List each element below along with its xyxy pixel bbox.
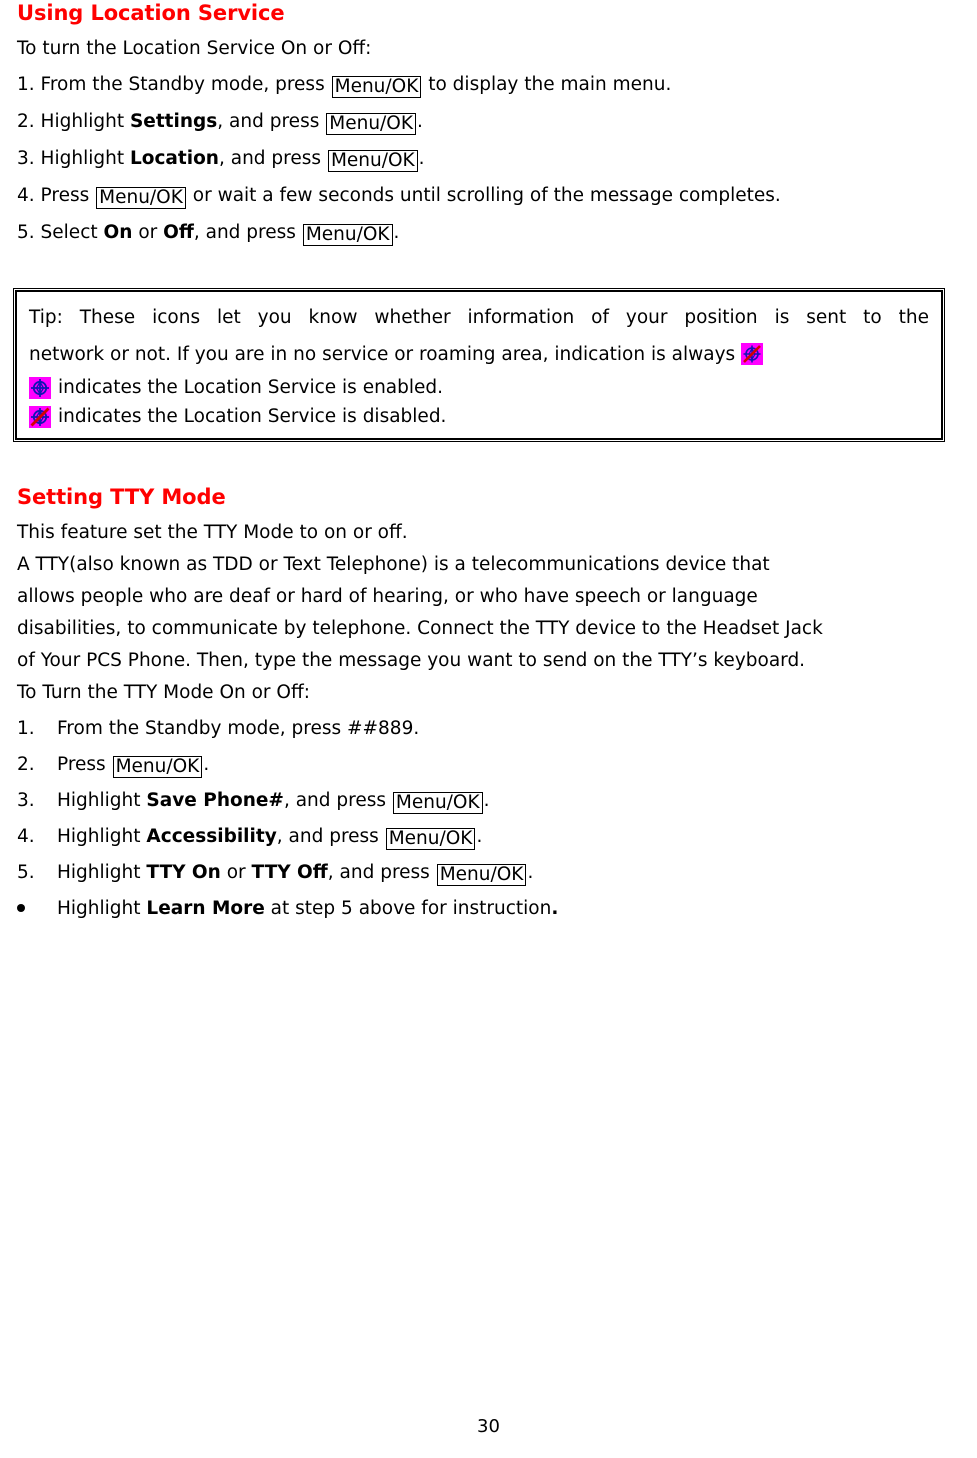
page-number: 30 bbox=[477, 1416, 500, 1437]
tip-callout-box: Tip: These icons let you know whether in… bbox=[13, 288, 945, 442]
page-title-using-location-service: Using Location Service bbox=[17, 1, 285, 25]
tty-paragraph-line-2: A TTY(also known as TDD or Text Telephon… bbox=[17, 554, 770, 575]
location-disabled-icon bbox=[741, 343, 764, 365]
tty-step-5-pre: Highlight bbox=[57, 862, 141, 883]
tty-step-3-number: 3. bbox=[17, 790, 35, 811]
tty-step-5-number: 5. bbox=[17, 862, 35, 883]
tty-step-3-pre: Highlight bbox=[57, 790, 141, 811]
menu-ok-key[interactable]: Menu/OK bbox=[326, 113, 416, 135]
tty-step-4-bold: Accessibility bbox=[146, 826, 277, 847]
tty-paragraph-line-1: This feature set the TTY Mode to on or o… bbox=[17, 522, 408, 543]
tty-step-4: 4. Highlight Accessibility, and press Men… bbox=[17, 826, 482, 850]
tty-paragraph-line-6: To Turn the TTY Mode On or Off: bbox=[17, 682, 310, 703]
document-page: Using Location Service To turn the Locat… bbox=[0, 0, 977, 1458]
menu-ok-key[interactable]: Menu/OK bbox=[302, 224, 393, 246]
tty-step-5-post: . bbox=[527, 862, 534, 883]
tty-step-3: 3. Highlight Save Phone#, and press Menu/… bbox=[17, 790, 490, 814]
tip-line-1: Tip: These icons let you know whether in… bbox=[29, 307, 929, 328]
tip-line-2-text: network or not. If you are in no service… bbox=[29, 344, 736, 365]
location-step-5-number: 5. bbox=[17, 222, 35, 243]
location-step-4-post: or wait a few seconds until scrolling of… bbox=[192, 185, 781, 206]
menu-ok-key[interactable]: Menu/OK bbox=[385, 828, 476, 850]
tty-bullet-pre: Highlight bbox=[57, 898, 141, 919]
tty-step-1-number: 1. bbox=[17, 718, 35, 739]
location-step-1-number: 1. bbox=[17, 74, 35, 95]
location-step-3-post: . bbox=[418, 148, 425, 169]
menu-ok-key[interactable]: Menu/OK bbox=[327, 150, 418, 172]
location-step-4: 4. Press Menu/OK or wait a few seconds u… bbox=[17, 185, 781, 209]
tty-bullet-bold: Learn More bbox=[146, 898, 265, 919]
tty-paragraph-line-5: of Your PCS Phone. Then, type the messag… bbox=[17, 650, 806, 671]
tty-step-2-post: . bbox=[203, 754, 210, 775]
tty-paragraph-line-4: disabilities, to communicate by telephon… bbox=[17, 618, 823, 639]
location-step-1: 1. From the Standby mode, press Menu/OK … bbox=[17, 74, 671, 98]
tty-step-4-post: . bbox=[476, 826, 483, 847]
tip-disabled-line: indicates the Location Service is disabl… bbox=[29, 402, 929, 431]
bullet-icon bbox=[17, 898, 57, 920]
menu-ok-key[interactable]: Menu/OK bbox=[436, 864, 527, 886]
tty-step-5-or: or bbox=[226, 862, 246, 883]
location-step-2-bold: Settings bbox=[129, 111, 218, 132]
location-intro-text: To turn the Location Service On or Off: bbox=[17, 38, 372, 59]
tty-bullet-period: . bbox=[551, 898, 559, 919]
tty-step-5-mid: , and press bbox=[327, 862, 430, 883]
location-step-1-post: to display the main menu. bbox=[428, 74, 672, 95]
tty-step-5: 5. Highlight TTY On or TTY Off, and press… bbox=[17, 862, 533, 886]
tty-step-4-pre: Highlight bbox=[57, 826, 141, 847]
location-step-2-mid: , and press bbox=[217, 111, 320, 132]
location-step-2-pre: Highlight bbox=[40, 111, 125, 132]
tty-paragraph-line-3: allows people who are deaf or hard of he… bbox=[17, 586, 758, 607]
location-step-5-or: or bbox=[138, 222, 158, 243]
tty-bullet-post: at step 5 above for instruction bbox=[270, 898, 552, 919]
location-step-5-pre: Select bbox=[40, 222, 98, 243]
tip-disabled-text: indicates the Location Service is disabl… bbox=[58, 406, 447, 427]
tty-bullet-item: Highlight Learn More at step 5 above for… bbox=[17, 898, 558, 920]
menu-ok-key[interactable]: Menu/OK bbox=[392, 792, 483, 814]
location-enabled-icon bbox=[29, 376, 51, 399]
page-title-setting-tty-mode: Setting TTY Mode bbox=[17, 485, 226, 509]
location-step-3-mid: , and press bbox=[218, 148, 322, 169]
location-step-3-bold: Location bbox=[129, 148, 219, 169]
tty-step-5-bold-off: TTY Off bbox=[251, 862, 328, 883]
menu-ok-key[interactable]: Menu/OK bbox=[112, 756, 203, 778]
menu-ok-key[interactable]: Menu/OK bbox=[96, 187, 186, 209]
location-step-5-mid: , and press bbox=[193, 222, 296, 243]
location-step-5-bold-on: On bbox=[103, 222, 133, 243]
tty-step-4-mid: , and press bbox=[276, 826, 379, 847]
menu-ok-key[interactable]: Menu/OK bbox=[331, 76, 422, 98]
location-step-5-bold-off: Off bbox=[163, 222, 194, 243]
tty-step-1-text: From the Standby mode, press ##889. bbox=[57, 718, 420, 739]
location-step-4-number: 4. bbox=[17, 185, 35, 206]
tip-callout-inner: Tip: These icons let you know whether in… bbox=[15, 290, 943, 440]
tty-step-3-post: . bbox=[483, 790, 490, 811]
tip-enabled-text: indicates the Location Service is enable… bbox=[58, 377, 444, 398]
location-step-5: 5. Select On or Off, and press Menu/OK. bbox=[17, 222, 399, 246]
tip-line-2: network or not. If you are in no service… bbox=[29, 336, 929, 373]
location-step-4-pre: Press bbox=[40, 185, 90, 206]
location-step-2: 2. Highlight Settings, and press Menu/OK… bbox=[17, 111, 423, 135]
location-step-3: 3. Highlight Location, and press Menu/OK… bbox=[17, 148, 425, 172]
tty-step-1: 1. From the Standby mode, press ##889. bbox=[17, 718, 419, 740]
location-step-2-post: . bbox=[416, 111, 423, 132]
tty-step-4-number: 4. bbox=[17, 826, 35, 847]
tip-enabled-line: indicates the Location Service is enable… bbox=[29, 373, 929, 402]
location-disabled-icon bbox=[29, 405, 51, 428]
tty-step-2-number: 2. bbox=[17, 754, 35, 775]
tty-step-3-bold: Save Phone# bbox=[146, 790, 284, 811]
tty-step-2: 2. Press Menu/OK. bbox=[17, 754, 209, 778]
tty-step-3-mid: , and press bbox=[283, 790, 386, 811]
location-step-3-number: 3. bbox=[17, 148, 35, 169]
location-step-2-number: 2. bbox=[17, 111, 35, 132]
tty-step-2-pre: Press bbox=[57, 754, 106, 775]
location-step-1-pre: From the Standby mode, press bbox=[40, 74, 325, 95]
location-step-3-pre: Highlight bbox=[40, 148, 125, 169]
tty-step-5-bold-on: TTY On bbox=[146, 862, 221, 883]
location-step-5-post: . bbox=[393, 222, 400, 243]
